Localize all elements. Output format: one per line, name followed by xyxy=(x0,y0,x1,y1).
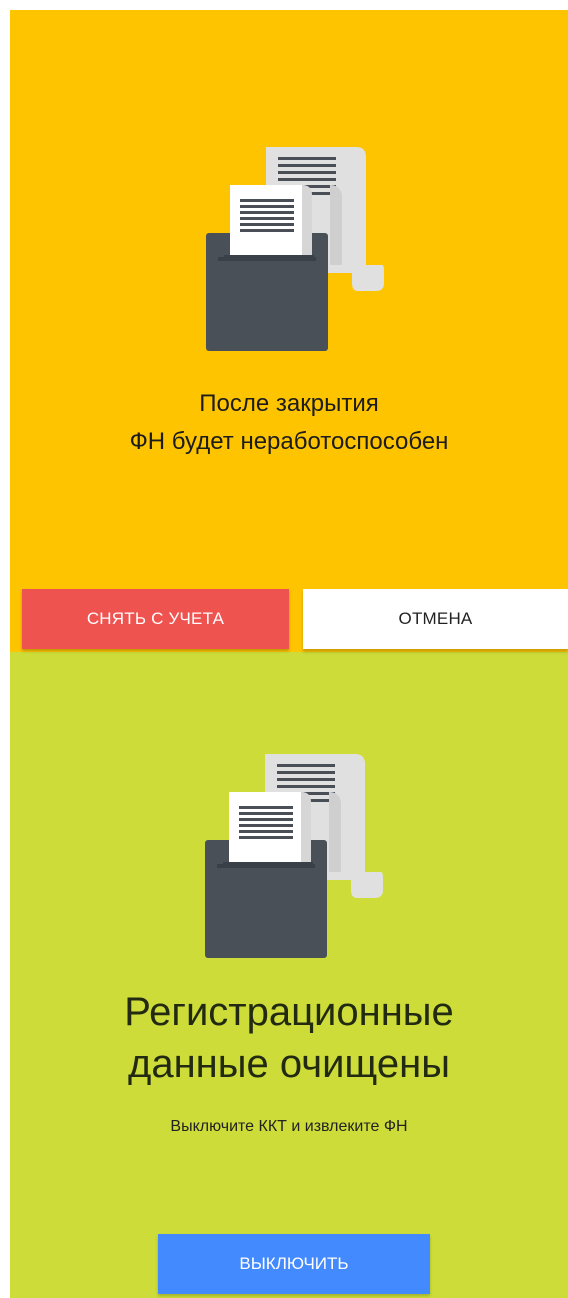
cleared-subtitle: Выключите ККТ и извлеките ФН xyxy=(170,1118,408,1135)
receipt-printer-icon xyxy=(195,744,385,960)
power-off-button[interactable]: ВЫКЛЮЧИТЬ xyxy=(158,1234,430,1294)
deregister-button[interactable]: СНЯТЬ С УЧЕТА xyxy=(22,589,289,649)
warning-line-2: ФН будет неработоспособен xyxy=(129,428,449,455)
cancel-button[interactable]: ОТМЕНА xyxy=(303,589,568,649)
cleared-title: Регистрационные данные очищены xyxy=(10,986,568,1090)
warning-line-1: После закрытия xyxy=(199,390,379,417)
receipt-printer-icon xyxy=(196,137,386,353)
deregister-warning-message: После закрытия ФН будет неработоспособен xyxy=(10,385,568,461)
title-line-1: Регистрационные xyxy=(124,990,454,1034)
title-line-2: данные очищены xyxy=(128,1042,450,1086)
